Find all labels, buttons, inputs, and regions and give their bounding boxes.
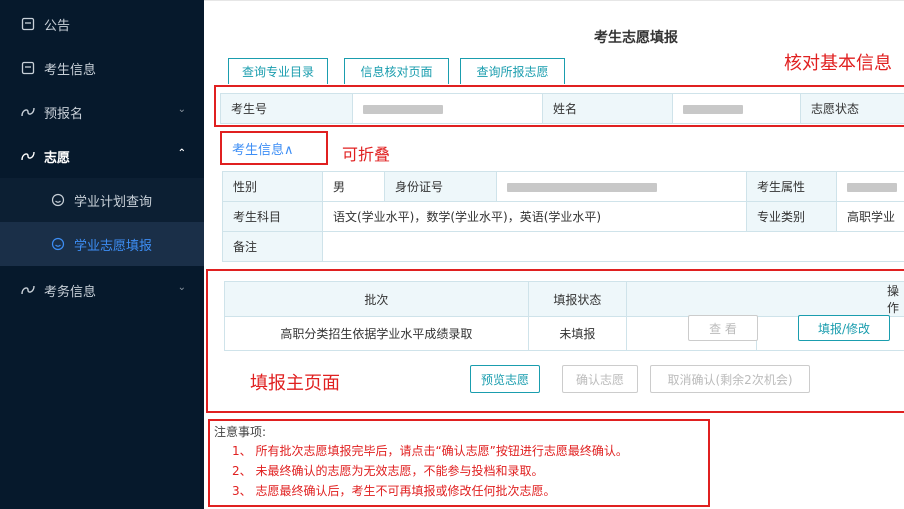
chevron-down-icon: ⌄ — [177, 104, 186, 115]
confirm-button[interactable]: 确认志愿 — [562, 365, 638, 393]
status-value: 未填报 — [527, 316, 627, 351]
id-label: 身份证号 — [384, 171, 497, 202]
fill-edit-button[interactable]: 填报/修改 — [798, 315, 890, 341]
subjects-label: 考生科目 — [222, 201, 323, 232]
exam-no-value — [352, 93, 543, 124]
chevron-up-icon: ⌃ — [177, 148, 186, 159]
smile-icon — [50, 236, 66, 252]
basic-info-table: 考生号 姓名 志愿状态 — [220, 93, 904, 124]
exam-no-label: 考生号 — [220, 93, 353, 124]
preview-button[interactable]: 预览志愿 — [470, 365, 540, 393]
main-content: 考生志愿填报 查询专业目录 信息核对页面 查询所报志愿 核对基本信息 考生号 姓… — [204, 0, 904, 509]
status-label: 志愿状态 — [800, 93, 904, 124]
id-value — [496, 171, 747, 202]
note-line: 3、 志愿最终确认后，考生不可再填报或修改任何批次志愿。 — [232, 484, 556, 498]
sidebar-item-label: 志愿 — [44, 150, 71, 166]
name-label: 姓名 — [542, 93, 673, 124]
sidebar-item-plan-query[interactable]: 学业计划查询 — [0, 178, 204, 222]
note-line: 1、 所有批次志愿填报完毕后，请点击“确认志愿”按钮进行志愿最终确认。 — [232, 444, 628, 458]
sidebar-item-label: 学业计划查询 — [74, 194, 153, 210]
gender-value: 男 — [322, 171, 385, 202]
subjects-value: 语文(学业水平)，数学(学业水平)，英语(学业水平) — [322, 201, 747, 232]
notice-icon — [20, 16, 36, 32]
view-button[interactable]: 查 看 — [688, 315, 758, 341]
annotation-verify: 核对基本信息 — [784, 53, 892, 74]
remark-value — [322, 231, 904, 262]
smile-icon — [50, 192, 66, 208]
masked-value — [847, 182, 897, 192]
gender-label: 性别 — [222, 171, 323, 202]
student-info-table: 性别 男 身份证号 考生属性 考生科目 语文(学业水平)，数学(学业水平)，英语… — [222, 171, 904, 262]
sidebar-item-pre-registration[interactable]: 预报名 ⌄ — [0, 90, 204, 134]
notes-heading: 注意事项: — [214, 425, 267, 439]
cancel-confirm-button[interactable]: 取消确认(剩余2次机会) — [650, 365, 810, 393]
annotation-collapsible: 可折叠 — [342, 145, 391, 164]
tab-major-catalog[interactable]: 查询专业目录 — [228, 58, 328, 84]
sidebar-item-label: 考生信息 — [44, 62, 97, 78]
operation-header: 操作 — [625, 281, 904, 317]
sidebar-item-label: 预报名 — [44, 106, 84, 122]
sidebar-item-label: 考务信息 — [44, 284, 97, 300]
page-title: 考生志愿填报 — [594, 30, 678, 46]
sidebar-item-volunteer-fill[interactable]: 学业志愿填报 — [0, 222, 204, 266]
masked-value — [683, 104, 743, 114]
attr-value — [836, 171, 904, 202]
link-icon — [20, 104, 36, 120]
tab-info-verify[interactable]: 信息核对页面 — [344, 58, 449, 84]
note-line: 2、 未最终确认的志愿为无效志愿，不能参与投档和录取。 — [232, 464, 544, 478]
batch-header: 批次 — [224, 281, 529, 317]
sidebar: 公告 考生信息 预报名 ⌄ 志愿 ⌃ 学业计划查询 学业志愿填报 考务信息 ⌄ — [0, 0, 204, 509]
name-value — [672, 93, 801, 124]
masked-value — [507, 182, 657, 192]
status-header: 填报状态 — [527, 281, 627, 317]
batch-value: 高职分类招生依据学业水平成绩录取 — [224, 316, 529, 351]
sidebar-item-exam-info[interactable]: 考务信息 ⌄ — [0, 268, 204, 312]
remark-label: 备注 — [222, 231, 323, 262]
major-type-label: 专业类别 — [746, 201, 837, 232]
attr-label: 考生属性 — [746, 171, 837, 202]
link-icon — [20, 282, 36, 298]
sidebar-item-volunteer[interactable]: 志愿 ⌃ — [0, 134, 204, 178]
annotation-main-page: 填报主页面 — [250, 373, 340, 394]
sidebar-item-notice[interactable]: 公告 — [0, 2, 204, 46]
link-icon — [20, 148, 36, 164]
tab-my-volunteers[interactable]: 查询所报志愿 — [460, 58, 565, 84]
student-info-toggle[interactable]: 考生信息∧ — [232, 139, 294, 158]
id-card-icon — [20, 60, 36, 76]
sidebar-item-label: 公告 — [44, 18, 71, 34]
sidebar-item-student-info[interactable]: 考生信息 — [0, 46, 204, 90]
sidebar-item-label: 学业志愿填报 — [74, 238, 153, 254]
masked-value — [363, 104, 443, 114]
chevron-down-icon: ⌄ — [177, 282, 186, 293]
major-type-value: 高职学业 — [836, 201, 904, 232]
